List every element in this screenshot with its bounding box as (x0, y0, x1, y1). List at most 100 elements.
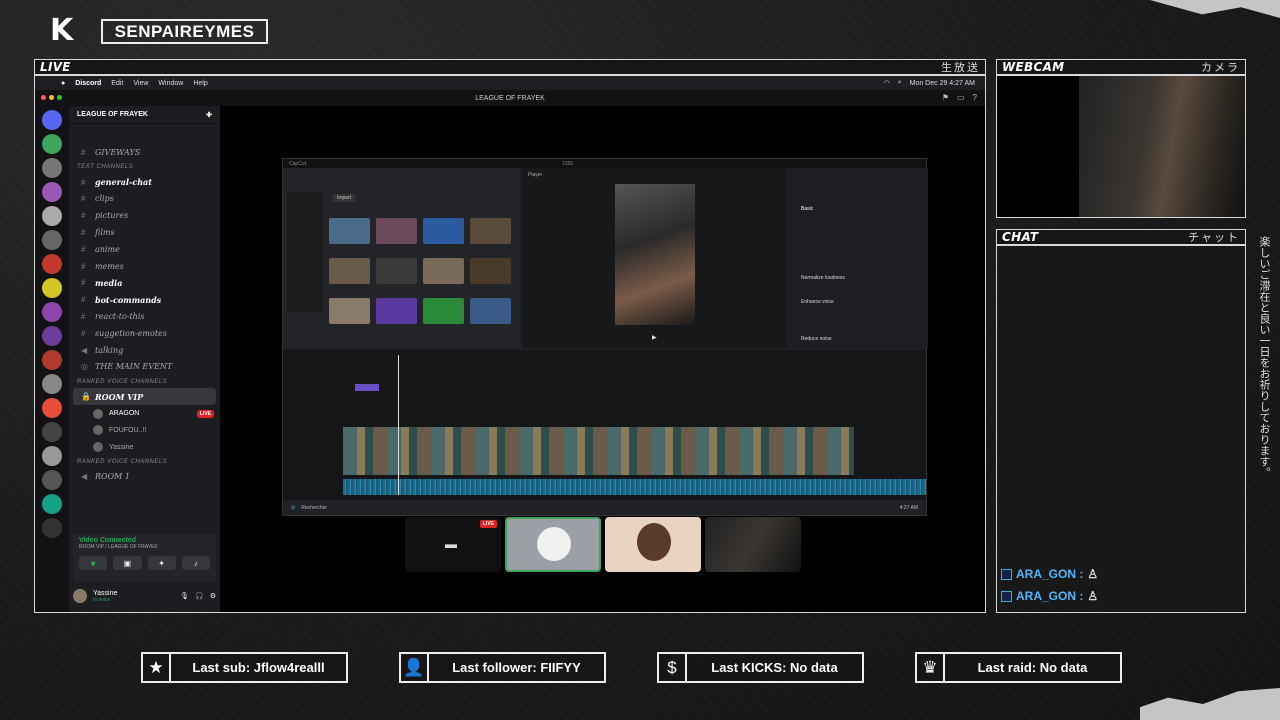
media-thumbnail[interactable] (329, 218, 370, 244)
mic-icon[interactable]: 🎙 (180, 592, 189, 600)
menu-item-help[interactable]: Help (193, 80, 207, 87)
menu-item-edit[interactable]: Edit (111, 80, 123, 87)
text-clip[interactable] (355, 384, 379, 391)
server-icon[interactable] (42, 182, 62, 202)
media-thumbnail[interactable] (423, 258, 464, 284)
close-icon[interactable] (41, 95, 46, 100)
voice-user-foufou[interactable]: FOUFOU..!! (69, 422, 220, 439)
normalize-label: Normalize loudness (801, 275, 845, 281)
add-user-icon[interactable]: ✚ (206, 111, 212, 119)
windows-start-icon[interactable]: ⊞ (291, 505, 295, 511)
server-icon[interactable] (42, 134, 62, 154)
channel-media[interactable]: # media (69, 275, 220, 292)
menu-item-view[interactable]: View (133, 80, 148, 87)
channel-anime[interactable]: # anime (69, 241, 220, 258)
server-icon[interactable] (42, 422, 62, 442)
tile-avatar-girl[interactable] (605, 517, 701, 572)
menu-item-window[interactable]: Window (158, 80, 183, 87)
category-voice-channels-2[interactable]: RANKED VOICE CHANNELS (69, 456, 220, 469)
server-icon[interactable] (42, 254, 62, 274)
channel-memes[interactable]: # memes (69, 258, 220, 275)
zoom-icon[interactable] (57, 95, 62, 100)
media-thumbnail[interactable] (423, 298, 464, 324)
menu-item-discord[interactable]: Discord (75, 80, 101, 87)
playhead[interactable] (398, 355, 399, 495)
media-thumbnail[interactable] (470, 218, 511, 244)
server-icon[interactable] (42, 230, 62, 250)
soundboard-icon[interactable]: ♪ (181, 556, 210, 570)
channel-pictures[interactable]: # pictures (69, 207, 220, 224)
apple-icon[interactable]: ● (61, 80, 65, 87)
channel-label: THE MAIN EVENT (95, 362, 173, 372)
server-icon[interactable] (42, 494, 62, 514)
channel-suggetion-emotes[interactable]: # suggetion-emotes (69, 325, 220, 342)
media-thumbnail[interactable] (376, 258, 417, 284)
media-thumbnail[interactable] (376, 298, 417, 324)
video-track[interactable] (343, 427, 854, 475)
stat-label: Last raid: No data (977, 660, 1088, 675)
help-icon[interactable]: ? (973, 93, 977, 102)
taskbar-search[interactable]: Rechercher (301, 505, 327, 511)
channel-react-to-this[interactable]: # react-to-this (69, 308, 220, 325)
channel-general-chat[interactable]: # general-chat (69, 174, 220, 191)
live-screen: ● Discord Edit View Window Help ◠ ⌕ Mon … (34, 75, 986, 613)
channel-giveways[interactable]: # GIVEWAYS (69, 144, 220, 161)
channel-room-vip[interactable]: 🔒 ROOM VIP (73, 388, 216, 406)
play-icon[interactable]: ▶ (652, 334, 657, 341)
server-icon[interactable] (42, 326, 62, 346)
discord-home-icon[interactable] (42, 110, 62, 130)
channel-main-event[interactable]: ◎ THE MAIN EVENT (69, 359, 220, 376)
media-thumbnail[interactable] (470, 258, 511, 284)
voice-connected-location[interactable]: ROOM VIP / LEAGUE OF FRAYEK (79, 544, 210, 550)
server-icon[interactable] (42, 206, 62, 226)
minimize-icon[interactable] (49, 95, 54, 100)
guild-header[interactable]: LEAGUE OF FRAYEK ✚ (69, 106, 220, 124)
add-server-icon[interactable] (42, 518, 62, 538)
enhance-label: Enhance voice (801, 299, 834, 305)
server-icon[interactable] (42, 302, 62, 322)
camera-icon[interactable]: ■ (79, 556, 108, 570)
voice-user-yassine[interactable]: Yassine (69, 439, 220, 456)
media-thumbnail[interactable] (329, 258, 370, 284)
screen-share-icon[interactable]: ▣ (113, 556, 142, 570)
tile-camera[interactable] (705, 517, 801, 572)
category-voice-channels[interactable]: RANKED VOICE CHANNELS (69, 375, 220, 388)
chat-username[interactable]: ARA_GON : (1016, 589, 1083, 603)
menubar-clock[interactable]: Mon Dec 29 4:27 AM (910, 80, 975, 87)
media-thumbnail[interactable] (423, 218, 464, 244)
search-icon[interactable]: ⌕ (898, 79, 902, 87)
activities-icon[interactable]: ✦ (147, 556, 176, 570)
import-button[interactable]: Import (333, 194, 356, 202)
server-icon[interactable] (42, 374, 62, 394)
media-thumbnail[interactable] (470, 298, 511, 324)
server-icon[interactable] (42, 158, 62, 178)
channel-label: anime (95, 244, 120, 254)
gear-icon[interactable]: ⚙ (210, 592, 216, 600)
media-thumbnail[interactable] (329, 298, 370, 324)
channel-room-1[interactable]: ◀ ROOM 1 (69, 469, 220, 486)
wifi-icon[interactable]: ◠ (884, 79, 890, 87)
server-icon[interactable] (42, 470, 62, 490)
tile-avatar[interactable] (505, 517, 601, 572)
chat-username[interactable]: ARA_GON : (1016, 567, 1083, 581)
avatar[interactable] (73, 589, 87, 603)
voice-user-aragon[interactable]: ARAGON LIVE (69, 405, 220, 422)
inbox-icon[interactable]: ▭ (957, 93, 965, 102)
server-icon[interactable] (42, 398, 62, 418)
channel-talking[interactable]: ◀ talking (69, 342, 220, 359)
server-icon[interactable] (42, 350, 62, 370)
channel-bot-commands[interactable]: # bot-commands (69, 291, 220, 308)
flag-icon[interactable]: ⚑ (942, 93, 949, 102)
hash-icon: # (81, 278, 86, 288)
media-thumbnail[interactable] (376, 218, 417, 244)
star-icon: ★ (143, 654, 171, 681)
category-text-channels[interactable]: TEXT CHANNELS (69, 161, 220, 174)
channel-films[interactable]: # films (69, 224, 220, 241)
server-icon[interactable] (42, 278, 62, 298)
headphones-icon[interactable]: 🎧 (195, 592, 204, 600)
audio-track[interactable] (343, 479, 926, 495)
channel-clips[interactable]: # clips (69, 191, 220, 208)
monitor-icon: ▬ (445, 537, 457, 551)
server-icon[interactable] (42, 446, 62, 466)
tile-screen-share[interactable]: LIVE ▬ (405, 517, 501, 572)
